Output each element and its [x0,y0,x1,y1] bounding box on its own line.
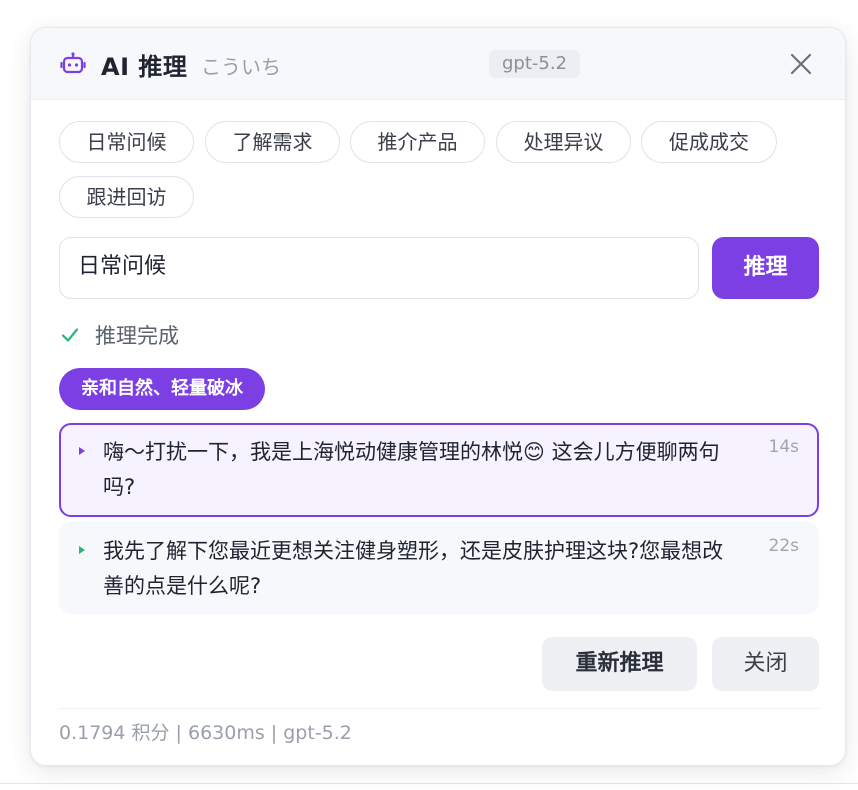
suggestion-time: 14s [768,437,800,457]
suggestion-item[interactable]: 嗨～打扰一下，我是上海悦动健康管理的林悦😊 这会儿方便聊两句吗? 14s [59,423,819,517]
status-text: 推理完成 [95,324,179,348]
regenerate-button[interactable]: 重新推理 [542,637,697,691]
check-icon [59,324,81,346]
page-bottom-line [0,783,858,784]
dialog-header: AI 推理 こういち gpt-5.2 [31,28,845,100]
status-row: 推理完成 [59,319,179,351]
scenario-chip-objection[interactable]: 处理异议 [496,121,631,163]
ai-reasoning-dialog: AI 推理 こういち gpt-5.2 日常问候 了解需求 推介产品 处理异议 促… [30,27,846,766]
close-icon[interactable] [787,50,815,78]
dialog-title: AI 推理 [101,53,188,81]
dialog-subtitle: こういち [201,55,281,79]
scenario-chip-greeting[interactable]: 日常问候 [59,121,194,163]
scenario-chip-needs[interactable]: 了解需求 [205,121,340,163]
triangle-marker-icon [79,546,85,554]
suggestion-text: 我先了解下您最近更想关注健身塑形，还是皮肤护理这块?您最想改善的点是什么呢? [103,539,724,598]
reason-button[interactable]: 推理 [712,237,819,299]
robot-icon [59,50,87,78]
scenario-chip-recommend[interactable]: 推介产品 [350,121,485,163]
footer-divider [59,708,819,709]
scenario-input[interactable]: 日常问候 [59,237,699,299]
model-badge: gpt-5.2 [489,50,581,78]
triangle-marker-icon [79,447,85,455]
suggestion-time: 22s [768,536,800,556]
scenario-chip-close-deal[interactable]: 促成成交 [641,121,777,163]
suggestion-item[interactable]: 我先了解下您最近更想关注健身塑形，还是皮肤护理这块?您最想改善的点是什么呢? 2… [59,522,819,614]
scenario-chip-follow-up[interactable]: 跟进回访 [59,176,194,218]
style-tag: 亲和自然、轻量破冰 [59,368,265,410]
footer-stats: 0.1794 积分 | 6630ms | gpt-5.2 [59,722,352,744]
close-button[interactable]: 关闭 [712,637,819,691]
suggestion-text: 嗨～打扰一下，我是上海悦动健康管理的林悦😊 这会儿方便聊两句吗? [103,440,720,499]
